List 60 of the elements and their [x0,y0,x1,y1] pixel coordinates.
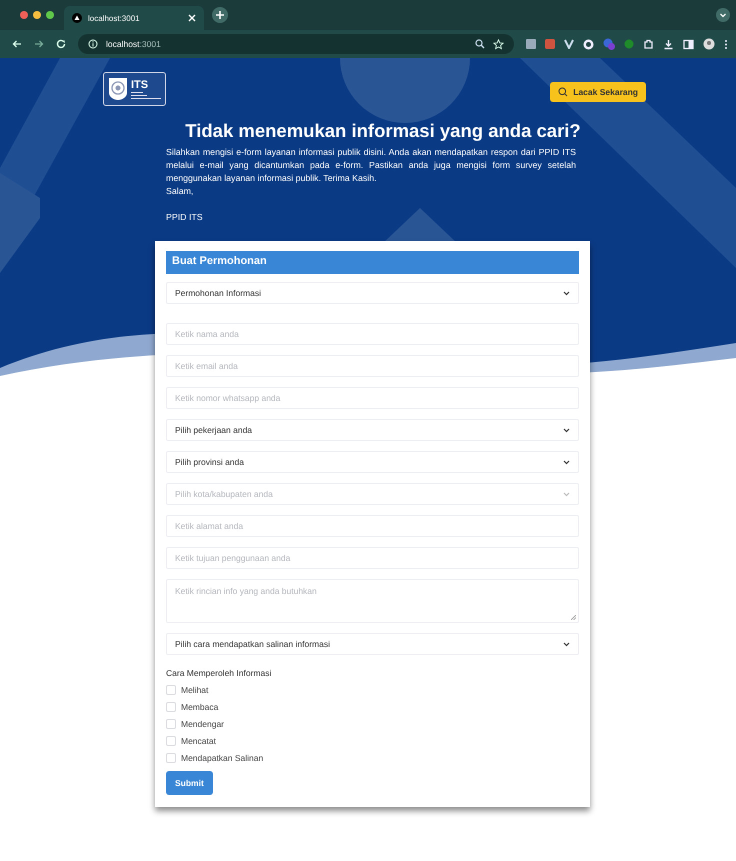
zoom-icon[interactable] [475,39,485,49]
circle-icon[interactable] [583,38,594,50]
logo-text: ITS [131,80,150,90]
submit-button[interactable]: Submit [166,771,213,795]
its-logo[interactable]: ITS [103,72,166,106]
sidebar-icon[interactable] [683,38,694,50]
chevron-down-icon [563,290,570,296]
checkbox-label[interactable]: Mencatat [181,736,216,746]
chevron-down-icon [563,460,570,464]
star-icon[interactable] [493,38,504,50]
chevron-down-icon[interactable] [716,8,730,22]
select-field[interactable]: Permohonan Informasi [166,282,579,304]
checkbox[interactable] [166,753,176,763]
close-light-icon[interactable] [20,11,28,19]
greeting-text: Salam, [166,185,194,198]
reload-icon[interactable] [56,39,66,49]
zoom-light-icon[interactable] [46,11,54,19]
chevron-down-icon [563,642,570,646]
select-field[interactable]: Pilih provinsi anda [166,451,579,473]
checkbox-label[interactable]: Mendengar [181,719,224,729]
checkbox-label[interactable]: Membaca [181,702,218,712]
intro-paragraph: Silahkan mengisi e-form layanan informasi publik disini. Anda akan mendapatkan respon dari PPID ITS melalui e-mail yang dicantumkan pada e-form. Pastikan anda juga mengisi form survey setelah menggunakan layanan informasi publik. Terima Kasih. [166,146,576,185]
avatar-icon[interactable] [703,38,715,50]
select-field[interactable]: Pilih cara mendapatkan salinan informasi [166,633,579,655]
select-field[interactable]: Pilih pekerjaan anda [166,419,579,441]
logo-lines-icon [131,92,161,98]
input-field[interactable]: Ketik email anda [166,355,579,377]
menu-icon[interactable] [724,38,728,50]
chevron-down-icon [563,428,570,432]
search-icon [558,87,568,97]
v-shape-icon[interactable] [564,39,574,49]
minimize-light-icon[interactable] [33,11,41,19]
chevron-down-icon [563,492,570,496]
resize-grip-icon[interactable] [571,615,576,620]
checkbox[interactable] [166,685,176,695]
close-icon[interactable] [188,14,196,22]
info-icon[interactable] [88,39,98,49]
input-field[interactable]: Ketik nomor whatsapp anda [166,387,579,409]
input-field[interactable]: Ketik nama anda [166,323,579,345]
download-icon[interactable] [663,38,674,50]
form-header: Buat Permohonan [166,251,579,274]
checkbox-group-label: Cara Memperoleh Informasi [166,668,272,678]
emblem-icon [108,77,128,101]
input-field[interactable]: Ketik tujuan penggunaan anda [166,547,579,569]
favicon-icon [72,13,82,23]
signature-text: PPID ITS [166,211,204,224]
puzzle-icon[interactable] [643,38,654,50]
input-field[interactable]: Ketik alamat anda [166,515,579,537]
back-icon[interactable] [12,39,22,49]
new-tab-icon[interactable] [212,7,228,23]
checkbox[interactable] [166,736,176,746]
address-bar[interactable]: localhost:3001 [78,34,514,54]
page-title: Tidak menemukan informasi yang anda cari? [184,120,582,142]
checkbox[interactable] [166,719,176,729]
browser-tab[interactable]: localhost:3001 [64,6,204,30]
forward-icon[interactable] [34,39,44,49]
checkbox-label[interactable]: Melihat [181,685,208,695]
checkbox[interactable] [166,702,176,712]
checkbox-label[interactable]: Mendapatkan Salinan [181,753,264,763]
track-button[interactable]: Lacak Sekarang [550,82,646,102]
